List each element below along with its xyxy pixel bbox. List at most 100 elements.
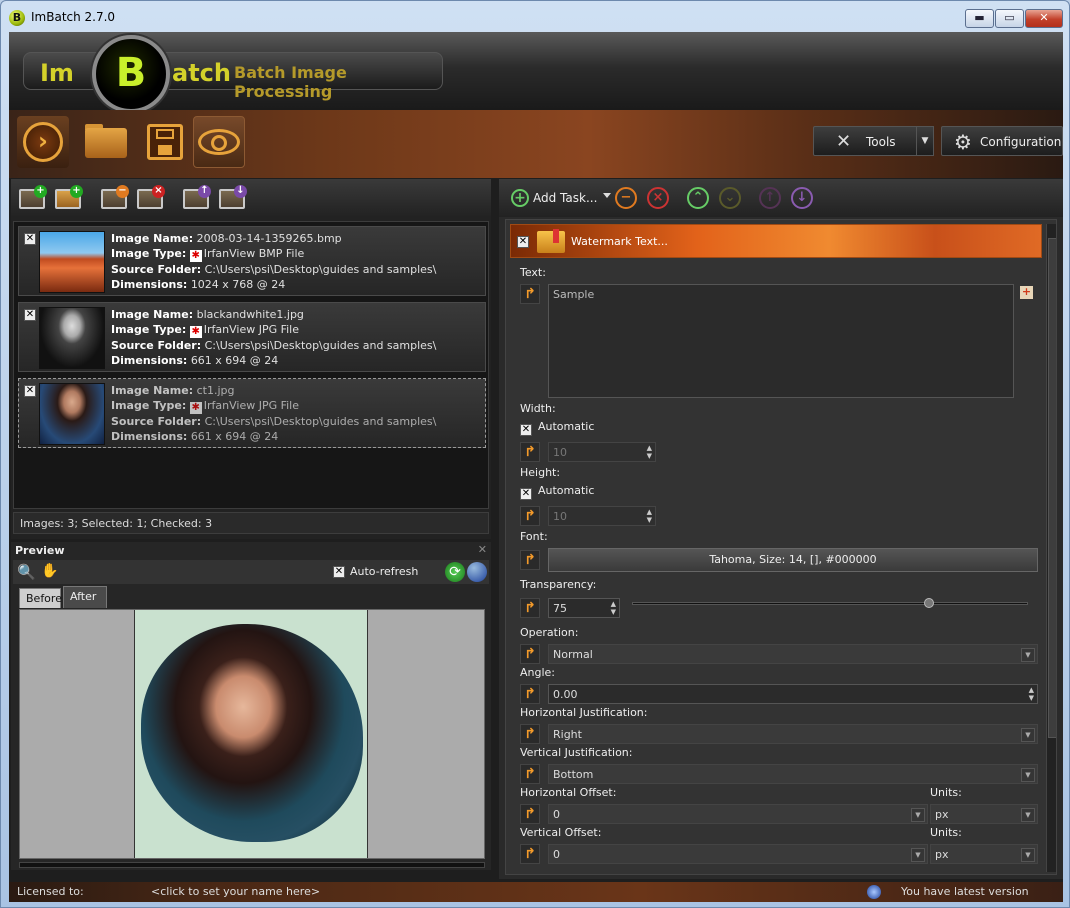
preview-toggle-button[interactable]: [193, 116, 245, 168]
clear-images-button[interactable]: ×: [135, 185, 165, 211]
transparency-slider-handle[interactable]: [924, 598, 934, 608]
transparency-label: Transparency:: [520, 578, 597, 591]
text-input[interactable]: Sample: [548, 284, 1014, 398]
image-thumbnail: [39, 307, 105, 369]
move-image-up-button[interactable]: ↑: [181, 185, 211, 211]
run-button[interactable]: ›: [17, 116, 69, 168]
reset-arrow-icon[interactable]: ↱: [520, 804, 540, 824]
angle-input[interactable]: 0.00 ▲ ▼: [548, 684, 1038, 704]
reset-arrow-icon[interactable]: ↱: [520, 442, 540, 462]
add-folder-button[interactable]: +: [53, 185, 83, 211]
horizontal-justification-select[interactable]: Right ▼: [548, 724, 1038, 744]
floppy-disk-icon: [147, 124, 183, 160]
horizontal-units-select[interactable]: px ▼: [930, 804, 1038, 824]
close-button[interactable]: ✕: [1025, 9, 1063, 28]
add-task-button[interactable]: + Add Task...: [509, 185, 601, 211]
tab-before[interactable]: Before: [19, 588, 62, 608]
reset-arrow-icon[interactable]: ↱: [520, 684, 540, 704]
task-list[interactable]: ✕ Watermark Text... Text: ↱ Sample + Wid…: [505, 219, 1057, 875]
text-label: Text:: [520, 266, 546, 279]
move-task-top-icon[interactable]: ↑: [759, 187, 781, 209]
reset-arrow-icon[interactable]: ↱: [520, 724, 540, 744]
image-name: 2008-03-14-1359265.bmp: [196, 232, 342, 245]
angle-label: Angle:: [520, 666, 556, 679]
reset-arrow-icon[interactable]: ↱: [520, 844, 540, 864]
operation-select[interactable]: Normal ▼: [548, 644, 1038, 664]
clear-tasks-icon[interactable]: ×: [647, 187, 669, 209]
width-input[interactable]: 10 ▲ ▼: [548, 442, 656, 462]
reset-arrow-icon[interactable]: ↱: [520, 550, 540, 570]
image-checkbox[interactable]: ✕: [24, 309, 36, 321]
scrollbar-thumb[interactable]: [1048, 238, 1056, 738]
configuration-button[interactable]: ⚙ Configuration: [941, 126, 1063, 156]
save-button[interactable]: [141, 116, 193, 168]
spin-icon[interactable]: ▲ ▼: [611, 600, 616, 616]
vertical-justification-value: Bottom: [553, 768, 594, 781]
preview-canvas[interactable]: [19, 609, 485, 859]
remove-image-button[interactable]: −: [99, 185, 129, 211]
vertical-units-select[interactable]: px ▼: [930, 844, 1038, 864]
insert-field-icon[interactable]: +: [1020, 286, 1033, 299]
image-info: Image Name: 2008-03-14-1359265.bmp Image…: [111, 232, 437, 291]
reset-arrow-icon[interactable]: ↱: [520, 598, 540, 618]
task-header[interactable]: ✕ Watermark Text...: [510, 224, 1042, 258]
task-scrollbar[interactable]: [1046, 224, 1056, 872]
height-input[interactable]: 10 ▲ ▼: [548, 506, 656, 526]
width-automatic-checkbox[interactable]: ✕: [520, 424, 532, 436]
reset-arrow-icon[interactable]: ↱: [520, 284, 540, 304]
hand-pan-icon[interactable]: ✋: [41, 563, 59, 581]
vertical-justification-select[interactable]: Bottom ▼: [548, 764, 1038, 784]
reset-arrow-icon[interactable]: ↱: [520, 764, 540, 784]
reset-arrow-icon[interactable]: ↱: [520, 644, 540, 664]
horizontal-offset-input[interactable]: 0 ▼: [548, 804, 928, 824]
preview-close-icon[interactable]: ✕: [478, 543, 487, 556]
globe-icon[interactable]: [467, 562, 487, 582]
spin-icon[interactable]: ▲ ▼: [647, 508, 652, 524]
tools-dropdown-button[interactable]: ▼: [916, 126, 934, 156]
move-image-down-button[interactable]: ↓: [217, 185, 247, 211]
tab-after[interactable]: After: [63, 586, 107, 608]
image-checkbox[interactable]: ✕: [24, 233, 36, 245]
update-globe-icon: [867, 885, 881, 899]
reset-arrow-icon[interactable]: ↱: [520, 506, 540, 526]
title-bar[interactable]: B ImBatch 2.7.0 ▬ ▭ ✕: [1, 1, 1069, 33]
image-type: IrfanView JPG File: [203, 323, 300, 336]
vertical-units-value: px: [935, 848, 949, 861]
vertical-offset-input[interactable]: 0 ▼: [548, 844, 928, 864]
height-label: Height:: [520, 466, 561, 479]
image-checkbox[interactable]: ✕: [24, 385, 36, 397]
zoom-icon[interactable]: 🔍: [17, 563, 36, 581]
maximize-button[interactable]: ▭: [995, 9, 1024, 28]
image-list-toolbar: + + − × ↑ ↓: [11, 179, 491, 217]
move-task-bottom-icon[interactable]: ↓: [791, 187, 813, 209]
auto-refresh-checkbox[interactable]: ✕: [333, 566, 345, 578]
horizontal-units-value: px: [935, 808, 949, 821]
add-images-button[interactable]: +: [17, 185, 47, 211]
minimize-button[interactable]: ▬: [965, 9, 994, 28]
open-button[interactable]: [79, 116, 131, 168]
font-button[interactable]: Tahoma, Size: 14, [], #000000: [548, 548, 1038, 572]
chevron-down-icon: ▼: [911, 848, 925, 862]
image-list-item[interactable]: ✕ Image Name: blackandwhite1.jpg Image T…: [18, 302, 486, 372]
remove-task-icon[interactable]: −: [615, 187, 637, 209]
licensed-name-link[interactable]: <click to set your name here>: [151, 885, 320, 898]
spin-icon[interactable]: ▲ ▼: [647, 444, 652, 460]
preview-scrollbar[interactable]: [19, 862, 485, 868]
task-enable-checkbox[interactable]: ✕: [517, 236, 529, 248]
add-task-dropdown-icon[interactable]: [603, 193, 611, 198]
move-task-down-icon[interactable]: ⌄: [719, 187, 741, 209]
height-automatic-checkbox[interactable]: ✕: [520, 488, 532, 500]
image-list-item-selected[interactable]: ✕ Image Name: ct1.jpg Image Type: ✱ Irfan…: [18, 378, 486, 448]
spin-icon[interactable]: ▲ ▼: [1029, 686, 1034, 702]
move-task-up-icon[interactable]: ⌃: [687, 187, 709, 209]
image-list[interactable]: ✕ Image Name: 2008-03-14-1359265.bmp Ima…: [13, 221, 489, 509]
transparency-slider[interactable]: [632, 602, 1028, 605]
image-list-item[interactable]: ✕ Image Name: 2008-03-14-1359265.bmp Ima…: [18, 226, 486, 296]
tools-button[interactable]: ✕ Tools: [813, 126, 927, 156]
update-status: You have latest version: [901, 885, 1029, 898]
image-list-status: Images: 3; Selected: 1; Checked: 3: [13, 512, 489, 534]
image-type: IrfanView BMP File: [203, 247, 305, 260]
image-list-pane: + + − × ↑ ↓ ✕ Image Name: 2008-03-14-135…: [11, 179, 491, 539]
refresh-icon[interactable]: ⟳: [445, 562, 465, 582]
transparency-input[interactable]: 75 ▲ ▼: [548, 598, 620, 618]
